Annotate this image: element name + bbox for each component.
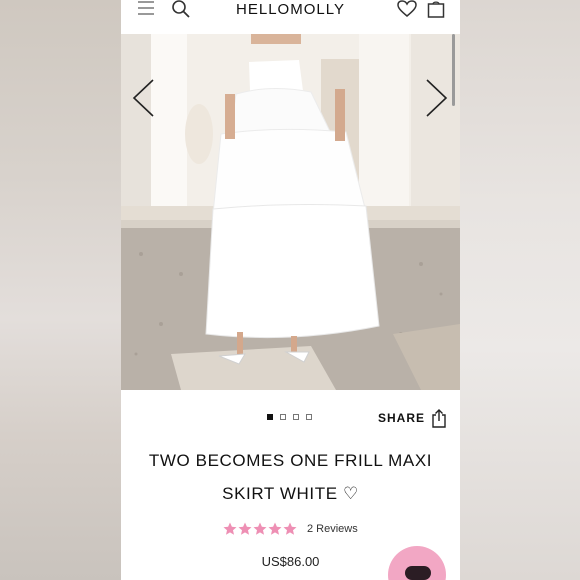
product-image[interactable] [121, 34, 460, 390]
chevron-left-icon[interactable] [131, 78, 155, 118]
product-title-line2: SKIRT WHITE [222, 484, 338, 503]
chevron-right-icon[interactable] [425, 78, 449, 118]
star-icon [223, 522, 237, 535]
product-title-line1: TWO BECOMES ONE FRILL MAXI [148, 451, 433, 470]
product-rating[interactable]: 2 Reviews [223, 520, 358, 538]
wishlist-heart-icon[interactable]: ♡ [343, 484, 359, 503]
bag-icon[interactable] [427, 0, 445, 18]
gallery-dot[interactable] [306, 414, 312, 420]
gallery-dot[interactable] [280, 414, 286, 420]
site-header: HELLOMOLLY [121, 0, 460, 34]
chat-button[interactable] [388, 546, 446, 580]
background-left [0, 0, 121, 580]
share-button[interactable]: SHARE [378, 407, 447, 429]
gallery-dot-active[interactable] [267, 414, 273, 420]
background-right [460, 0, 580, 580]
gallery-dot[interactable] [293, 414, 299, 420]
star-icon [253, 522, 267, 535]
scrollbar[interactable] [452, 34, 455, 106]
share-label: SHARE [378, 411, 426, 425]
product-title-line2-row: SKIRT WHITE ♡ [121, 477, 460, 510]
heart-icon[interactable] [397, 0, 417, 18]
share-icon [432, 408, 446, 428]
chat-icon [405, 566, 431, 580]
rating-stars [223, 522, 297, 536]
gallery-dots [267, 414, 312, 422]
phone-screen: HELLOMOLLY SHARE TWO BECOMES ONE FRILL M… [121, 0, 460, 580]
product-title: TWO BECOMES ONE FRILL MAXI SKIRT WHITE ♡ [121, 444, 460, 510]
star-icon [268, 522, 282, 535]
star-icon [283, 522, 297, 535]
reviews-count[interactable]: 2 Reviews [307, 523, 358, 535]
product-photo [121, 34, 460, 390]
star-icon [238, 522, 252, 535]
